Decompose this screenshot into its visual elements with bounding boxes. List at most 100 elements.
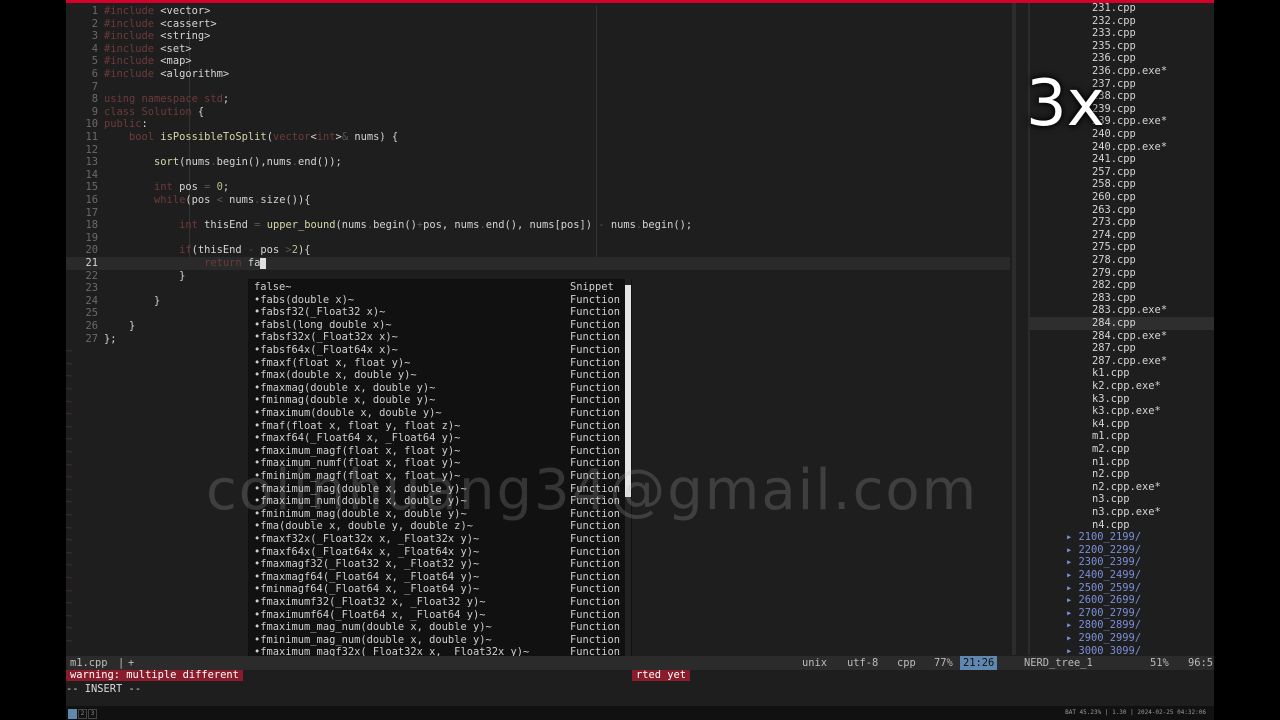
tree-file[interactable]: k2.cpp.exe* — [1092, 380, 1161, 393]
line-text[interactable]: #include <set> — [104, 43, 192, 56]
code-line[interactable]: 3 #include <string> — [66, 30, 1010, 43]
tree-file[interactable]: 232.cpp — [1092, 15, 1136, 28]
tree-file[interactable]: m1.cpp — [1092, 430, 1130, 443]
completion-item[interactable]: •fmaximumf64(_Float64 x, _Float64 y)~ Fun… — [248, 609, 624, 622]
completion-item[interactable]: •fmaximum_mag_num(double x, double y)~ Fu… — [248, 621, 624, 634]
tree-file[interactable]: n3.cpp — [1092, 493, 1130, 506]
expand-arrow-icon[interactable]: ▸ — [1066, 632, 1079, 644]
code-line[interactable]: 15 int pos = 0; — [66, 181, 1010, 194]
tree-directory[interactable]: ▸ 2800_2899/ — [1066, 619, 1141, 632]
tree-file[interactable]: n2.cpp — [1092, 468, 1130, 481]
tree-file[interactable]: n3.cpp.exe* — [1092, 506, 1161, 519]
line-text[interactable]: #include <algorithm> — [104, 68, 229, 81]
code-line[interactable]: 11 bool isPossibleToSplit(vector<int>& n… — [66, 131, 1010, 144]
completion-item[interactable]: •fminmag(double x, double y)~ Function — [248, 394, 624, 407]
code-line[interactable]: 16 while(pos < nums.size()){ — [66, 194, 1010, 207]
tree-file[interactable]: 279.cpp — [1092, 267, 1136, 280]
workspace-3[interactable]: 3 — [88, 709, 97, 719]
line-text[interactable]: #include <cassert> — [104, 18, 217, 31]
completion-item[interactable]: •fabsf32(_Float32 x)~ Function — [248, 306, 624, 319]
tree-file[interactable]: 287.cpp — [1092, 342, 1136, 355]
tree-file[interactable]: 257.cpp — [1092, 166, 1136, 179]
code-line[interactable]: 4 #include <set> — [66, 43, 1010, 56]
tree-file[interactable]: 260.cpp — [1092, 191, 1136, 204]
tree-file[interactable]: 283.cpp — [1092, 292, 1136, 305]
tree-file[interactable]: 284.cpp — [1092, 317, 1136, 330]
line-text[interactable]: sort(nums.begin(),nums.end()); — [104, 156, 342, 169]
tree-directory[interactable]: ▸ 2700_2799/ — [1066, 607, 1141, 620]
expand-arrow-icon[interactable]: ▸ — [1066, 582, 1079, 594]
tree-directory[interactable]: ▸ 2300_2399/ — [1066, 556, 1141, 569]
tree-file[interactable]: 241.cpp — [1092, 153, 1136, 166]
completion-item[interactable]: •fabsf64x(_Float64x x)~ Function — [248, 344, 624, 357]
completion-item[interactable]: false~ Snippet — [248, 281, 624, 294]
line-text[interactable]: bool isPossibleToSplit(vector<int>& nums… — [104, 131, 398, 144]
tree-file[interactable]: 284.cpp.exe* — [1092, 330, 1167, 343]
tree-file[interactable]: n2.cpp.exe* — [1092, 481, 1161, 494]
line-text[interactable]: } — [104, 320, 135, 333]
line-text[interactable]: public: — [104, 118, 148, 131]
completion-item[interactable]: •fabs(double x)~ Function — [248, 294, 624, 307]
line-text[interactable]: #include <string> — [104, 30, 210, 43]
tree-file[interactable]: k1.cpp — [1092, 367, 1130, 380]
line-text[interactable]: while(pos < nums.size()){ — [104, 194, 310, 207]
line-text[interactable]: class Solution { — [104, 106, 204, 119]
tree-directory[interactable]: ▸ 2100_2199/ — [1066, 531, 1141, 544]
tree-file[interactable]: m2.cpp — [1092, 443, 1130, 456]
tree-file[interactable]: 235.cpp — [1092, 40, 1136, 53]
tree-directory[interactable]: ▸ 2900_2999/ — [1066, 632, 1141, 645]
completion-item[interactable]: •fmaxf64x(_Float64x x, _Float64x y)~ Func… — [248, 546, 624, 559]
tree-file[interactable]: n1.cpp — [1092, 456, 1130, 469]
tree-file[interactable]: n4.cpp — [1092, 519, 1130, 532]
code-line[interactable]: 17 — [66, 207, 1010, 220]
code-line[interactable]: 8 using namespace std; — [66, 93, 1010, 106]
completion-item[interactable]: •fmaf(float x, float y, float z)~ Functio… — [248, 420, 624, 433]
code-line[interactable]: 5 #include <map> — [66, 55, 1010, 68]
code-line[interactable]: 9 class Solution { — [66, 106, 1010, 119]
expand-arrow-icon[interactable]: ▸ — [1066, 569, 1079, 581]
line-text[interactable]: using namespace std; — [104, 93, 229, 106]
tree-file[interactable]: k4.cpp — [1092, 418, 1130, 431]
line-text[interactable]: #include <vector> — [104, 5, 210, 18]
workspace-1[interactable]: 1 — [68, 709, 77, 719]
completion-item[interactable]: •fminmagf64(_Float64 x, _Float64 y)~ Func… — [248, 583, 624, 596]
tree-file[interactable]: 278.cpp — [1092, 254, 1136, 267]
code-line[interactable]: 18 int thisEnd = upper_bound(nums.begin(… — [66, 219, 1010, 232]
tree-file[interactable]: 233.cpp — [1092, 27, 1136, 40]
completion-item[interactable]: •fmaximum_magf(float x, float y)~ Functio… — [248, 445, 624, 458]
line-text[interactable]: if(thisEnd - pos >2){ — [104, 244, 310, 257]
code-line[interactable]: 7 — [66, 81, 1010, 94]
tree-file[interactable]: 275.cpp — [1092, 241, 1136, 254]
code-line[interactable]: 1 #include <vector> — [66, 5, 1010, 18]
tree-file[interactable]: 274.cpp — [1092, 229, 1136, 242]
code-line[interactable]: 12 — [66, 144, 1010, 157]
line-text[interactable]: } — [104, 270, 185, 283]
tree-file[interactable]: 231.cpp — [1092, 2, 1136, 15]
workspace-2[interactable]: 2 — [78, 709, 87, 719]
completion-item[interactable]: •fmax(double x, double y)~ Function — [248, 369, 624, 382]
tree-directory[interactable]: ▸ 2600_2699/ — [1066, 594, 1141, 607]
tree-file[interactable]: 287.cpp.exe* — [1092, 355, 1167, 368]
expand-arrow-icon[interactable]: ▸ — [1066, 607, 1079, 619]
tree-directory[interactable]: ▸ 2400_2499/ — [1066, 569, 1141, 582]
expand-arrow-icon[interactable]: ▸ — [1066, 556, 1079, 568]
completion-item[interactable]: •fabsf32x(_Float32x x)~ Function — [248, 331, 624, 344]
expand-arrow-icon[interactable]: ▸ — [1066, 594, 1079, 606]
expand-arrow-icon[interactable]: ▸ — [1066, 531, 1079, 543]
tree-file[interactable]: k3.cpp — [1092, 393, 1130, 406]
code-line[interactable]: 6 #include <algorithm> — [66, 68, 1010, 81]
code-line[interactable]: 13 sort(nums.begin(),nums.end()); — [66, 156, 1010, 169]
completion-item[interactable]: •fminimum_mag_num(double x, double y)~ Fu… — [248, 634, 624, 647]
completion-item[interactable]: •fmaxmagf32(_Float32 x, _Float32 y)~ Func… — [248, 558, 624, 571]
line-text[interactable]: }; — [104, 333, 117, 346]
window-separator[interactable] — [1012, 3, 1016, 655]
expand-arrow-icon[interactable]: ▸ — [1066, 645, 1079, 657]
tree-file[interactable]: k3.cpp.exe* — [1092, 405, 1161, 418]
tree-file[interactable]: 282.cpp — [1092, 279, 1136, 292]
code-line[interactable]: 2 #include <cassert> — [66, 18, 1010, 31]
completion-item[interactable]: •fmaxf(float x, float y)~ Function — [248, 357, 624, 370]
tree-directory[interactable]: ▸ 2500_2599/ — [1066, 582, 1141, 595]
line-text[interactable]: int pos = 0; — [104, 181, 229, 194]
completion-item[interactable]: •fmaxmagf64(_Float64 x, _Float64 y)~ Func… — [248, 571, 624, 584]
completion-item[interactable]: •fmaxf64(_Float64 x, _Float64 y)~ Functio… — [248, 432, 624, 445]
